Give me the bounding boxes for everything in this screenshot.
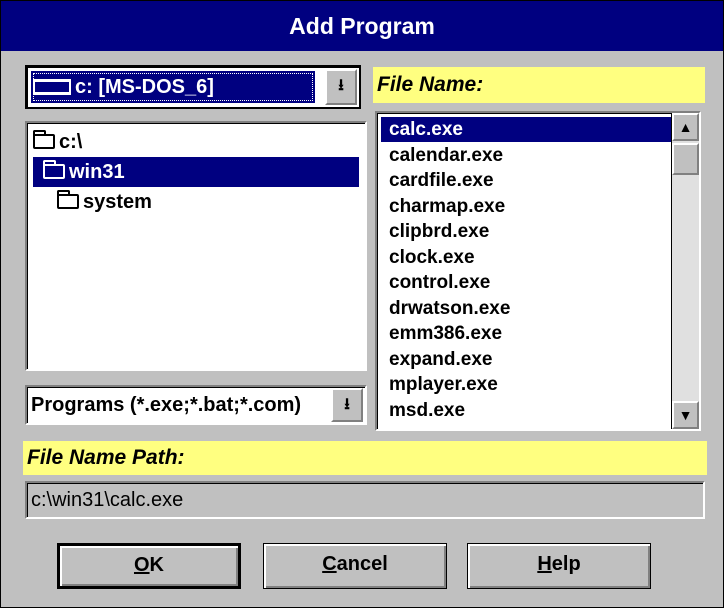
drive-label: c: [MS-DOS_6]: [75, 76, 214, 98]
cancel-mnemonic: C: [322, 553, 337, 575]
drive-icon: [33, 79, 71, 95]
file-list-scrollbar[interactable]: ▲ ▼: [671, 113, 699, 429]
scroll-up-icon[interactable]: ▲: [672, 113, 699, 141]
file-list-item[interactable]: drwatson.exe: [381, 296, 673, 321]
directory-label: win31: [69, 161, 125, 183]
file-name-path-label: File Name Path:: [23, 441, 707, 475]
drive-dropdown-arrow-icon[interactable]: ⭳: [325, 69, 357, 105]
file-list-item[interactable]: control.exe: [381, 270, 673, 295]
cancel-button[interactable]: Cancel: [263, 543, 447, 589]
help-mnemonic: H: [537, 553, 552, 575]
directory-label: c:\: [59, 131, 83, 153]
file-list-item[interactable]: expand.exe: [381, 347, 673, 372]
file-list-item[interactable]: clipbrd.exe: [381, 219, 673, 244]
directory-item-win31[interactable]: win31: [33, 157, 359, 187]
file-list-item[interactable]: mplayer.exe: [381, 372, 673, 397]
file-list-item[interactable]: calc.exe: [381, 117, 673, 142]
file-list-item[interactable]: clock.exe: [381, 245, 673, 270]
scroll-down-icon[interactable]: ▼: [672, 401, 699, 429]
file-list-item[interactable]: charmap.exe: [381, 194, 673, 219]
file-name-label: File Name:: [373, 67, 705, 103]
directory-label: system: [83, 191, 152, 213]
scroll-thumb[interactable]: [672, 143, 699, 175]
dialog-title: Add Program: [1, 1, 723, 51]
ok-button[interactable]: OK: [57, 543, 241, 589]
folder-closed-icon: [57, 190, 79, 209]
file-list-item[interactable]: emm386.exe: [381, 321, 673, 346]
add-program-dialog: Add Program c: [MS-DOS_6] ⭳ c:\ win31 sy…: [0, 0, 724, 608]
drive-select-value: c: [MS-DOS_6]: [31, 71, 315, 103]
ok-mnemonic: O: [133, 554, 150, 576]
file-name-path-value: c:\win31\calc.exe: [31, 489, 184, 511]
file-type-value: Programs (*.exe;*.bat;*.com): [31, 394, 302, 416]
file-type-select[interactable]: Programs (*.exe;*.bat;*.com) ⭳: [25, 385, 367, 425]
file-type-dropdown-arrow-icon[interactable]: ⭳: [331, 388, 363, 422]
cancel-label-rest: ancel: [336, 553, 388, 575]
folder-open-icon: [43, 160, 65, 179]
file-list-item[interactable]: calendar.exe: [381, 143, 673, 168]
file-list[interactable]: calc.exe calendar.exe cardfile.exe charmap.…: [375, 111, 701, 431]
help-button[interactable]: Help: [467, 543, 651, 589]
file-name-path-field[interactable]: c:\win31\calc.exe: [25, 481, 705, 519]
directory-item-root[interactable]: c:\: [33, 127, 359, 157]
help-label-rest: elp: [551, 553, 581, 575]
file-list-item[interactable]: msd.exe: [381, 398, 673, 423]
directory-list[interactable]: c:\ win31 system: [25, 121, 367, 371]
folder-open-icon: [33, 130, 55, 149]
file-list-item[interactable]: cardfile.exe: [381, 168, 673, 193]
drive-select[interactable]: c: [MS-DOS_6] ⭳: [25, 65, 361, 109]
directory-item-system[interactable]: system: [33, 187, 359, 217]
ok-label-rest: K: [149, 554, 164, 576]
